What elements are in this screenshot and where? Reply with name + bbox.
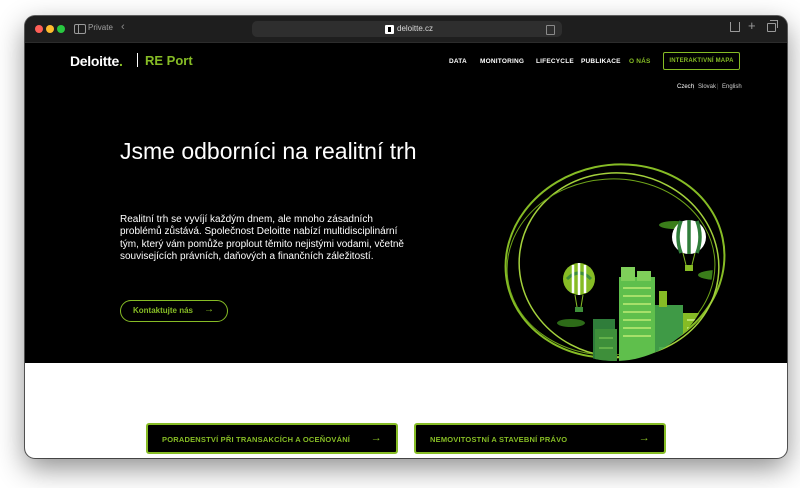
nav-publikace[interactable]: PUBLIKACE [581, 58, 621, 65]
contact-button[interactable]: Kontaktujte nás → [120, 300, 228, 322]
logo-text: Deloitte [70, 53, 119, 69]
product-name[interactable]: RE Port [145, 53, 193, 68]
back-arrow-icon[interactable]: ‹ [121, 21, 125, 33]
share-icon[interactable] [730, 22, 740, 32]
service-card-transactions[interactable]: PORADENSTVÍ PŘI TRANSAKCÍCH A OCEŇOVÁNÍ … [146, 423, 398, 454]
contact-button-label: Kontaktujte nás [133, 306, 194, 315]
arrow-right-icon: → [204, 304, 214, 315]
lang-czech[interactable]: Czech [677, 84, 694, 90]
url-text: deloitte.cz [397, 24, 434, 33]
logo-divider [137, 53, 138, 67]
hero-description: Realitní trh se vyvíjí každým dnem, ale … [120, 214, 404, 262]
zoom-window-button[interactable] [57, 25, 65, 33]
services-section [25, 363, 787, 458]
lang-slovak[interactable]: Slovak [698, 84, 716, 90]
city-balloons-illustration [504, 163, 726, 361]
service-card-label: NEMOVITOSTNÍ A STAVEBNÍ PRÁVO [430, 435, 568, 444]
browser-toolbar: Private ‹ deloitte.cz + [25, 16, 787, 43]
browser-window: Private ‹ deloitte.cz + Deloitte. RE Por… [25, 16, 787, 458]
site-header: Deloitte. RE Port DATA MONITORING LIFECY… [25, 43, 787, 80]
deloitte-favicon-icon [385, 25, 394, 34]
hero-title: Jsme odborníci na realitní trh [120, 138, 417, 164]
interactive-map-button[interactable]: INTERAKTIVNÍ MAPA [663, 52, 740, 70]
lang-english[interactable]: English [722, 84, 742, 90]
new-tab-icon[interactable]: + [748, 19, 756, 33]
address-bar[interactable]: deloitte.cz [252, 21, 562, 37]
sidebar-toggle-icon[interactable] [74, 24, 86, 34]
logo-dot: . [118, 53, 123, 69]
nav-lifecycle[interactable]: LIFECYCLE [536, 58, 574, 65]
reader-mode-icon[interactable] [546, 25, 555, 35]
lang-separator: | [693, 84, 695, 90]
nav-o-nas[interactable]: O NÁS [629, 58, 651, 65]
service-card-real-estate-law[interactable]: NEMOVITOSTNÍ A STAVEBNÍ PRÁVO → [414, 423, 666, 454]
arrow-right-icon: → [638, 432, 650, 444]
minimize-window-button[interactable] [46, 25, 54, 33]
deloitte-logo[interactable]: Deloitte. [70, 53, 123, 69]
close-window-button[interactable] [35, 25, 43, 33]
private-label: Private [88, 23, 113, 32]
arrow-right-icon: → [370, 432, 382, 444]
lang-separator: | [717, 84, 719, 90]
service-card-label: PORADENSTVÍ PŘI TRANSAKCÍCH A OCEŇOVÁNÍ [162, 435, 351, 444]
nav-data[interactable]: DATA [449, 58, 467, 65]
nav-monitoring[interactable]: MONITORING [480, 58, 524, 65]
tab-overview-icon[interactable] [767, 20, 778, 32]
